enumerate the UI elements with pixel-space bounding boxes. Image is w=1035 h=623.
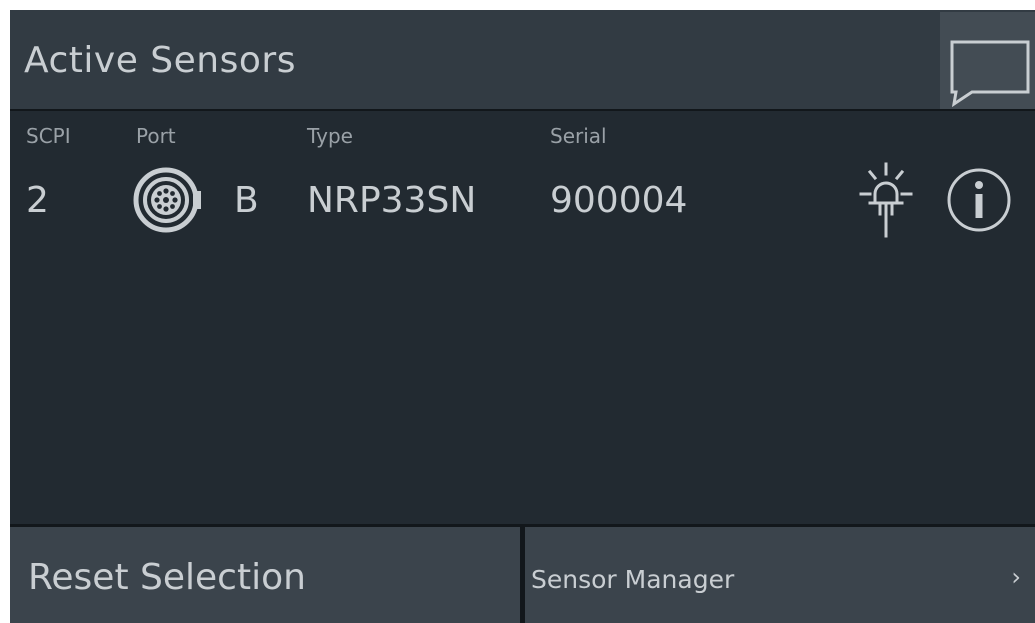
info-icon[interactable]	[946, 167, 1012, 233]
active-sensors-dialog: Active Sensors SCPI Port Type Serial 2 B…	[10, 10, 1035, 623]
lamp-icon[interactable]	[858, 162, 914, 238]
reset-selection-button[interactable]: Reset Selection	[10, 527, 520, 623]
sensor-manager-label: Sensor Manager	[531, 565, 735, 594]
column-header-port: Port	[136, 124, 176, 148]
header-bar: Active Sensors	[10, 10, 1035, 111]
sensor-serial: 900004	[550, 180, 688, 221]
column-header-serial: Serial	[550, 124, 607, 148]
connector-icon	[133, 167, 201, 233]
sensor-port: B	[234, 180, 259, 221]
page-title: Active Sensors	[24, 40, 296, 81]
sensor-scpi: 2	[26, 180, 49, 221]
message-button[interactable]	[940, 12, 1035, 109]
sensor-manager-button[interactable]: Sensor Manager ›	[525, 527, 1035, 623]
column-header-scpi: SCPI	[26, 124, 71, 148]
chevron-right-icon: ›	[1011, 563, 1021, 591]
column-header-type: Type	[307, 124, 353, 148]
footer-bar: Reset Selection Sensor Manager ›	[10, 524, 1035, 623]
sensor-type: NRP33SN	[307, 180, 477, 221]
speech-bubble-icon	[950, 40, 1030, 108]
reset-selection-label: Reset Selection	[28, 557, 306, 598]
